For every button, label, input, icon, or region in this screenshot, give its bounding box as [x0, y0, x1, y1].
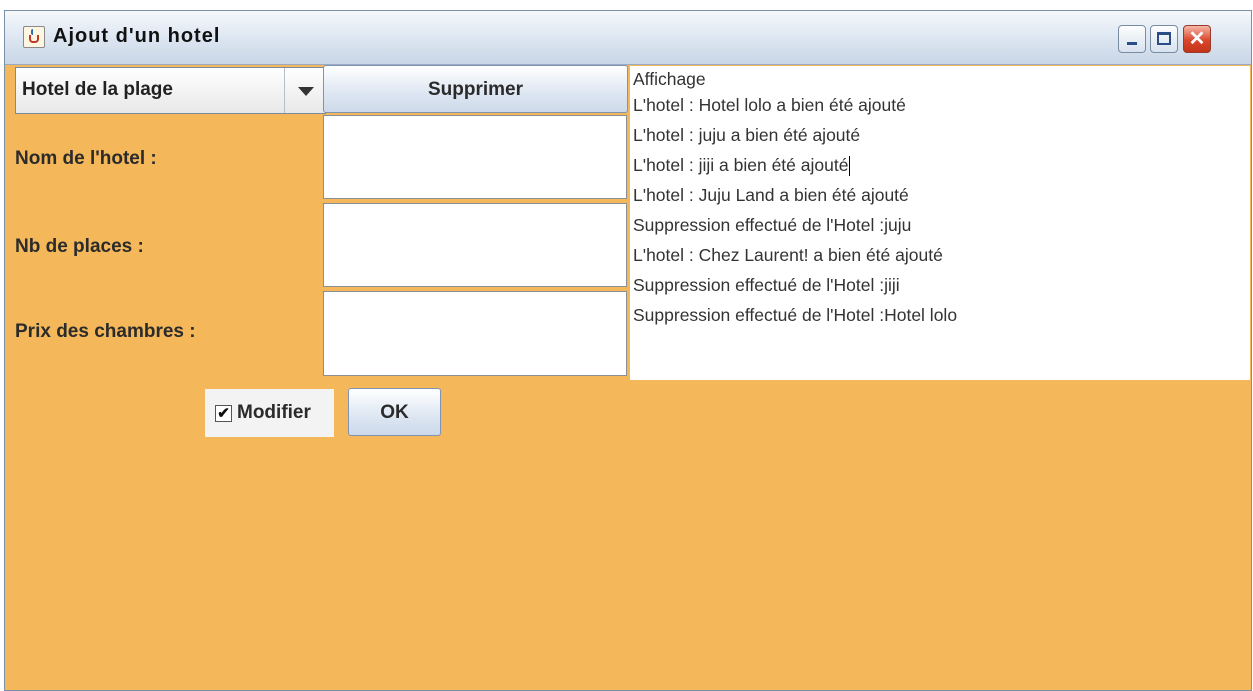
- seats-label: Nb de places :: [15, 236, 144, 257]
- app-window: Ajout d'un hotel ✕ Hotel de la plage Sup…: [4, 10, 1252, 691]
- log-textarea[interactable]: Affichage L'hotel : Hotel lolo a bien ét…: [630, 66, 1250, 380]
- log-line: Suppression effectué de l'Hotel :jiji: [633, 275, 900, 295]
- modify-checkbox[interactable]: ✔ Modifier: [205, 389, 334, 437]
- log-line-text: L'hotel : jiji a bien été ajouté: [633, 155, 849, 175]
- triangle-down-icon: [298, 87, 314, 96]
- price-field[interactable]: [323, 291, 627, 376]
- delete-button[interactable]: Supprimer: [323, 65, 628, 113]
- log-line: L'hotel : Hotel lolo a bien été ajouté: [633, 95, 906, 115]
- log-line: L'hotel : Chez Laurent! a bien été ajout…: [633, 245, 943, 265]
- hotel-name-field[interactable]: [323, 115, 627, 199]
- log-line: L'hotel : juju a bien été ajouté: [633, 125, 861, 145]
- hotel-select-value: Hotel de la plage: [22, 79, 173, 100]
- window-title: Ajout d'un hotel: [53, 25, 221, 47]
- log-line: Suppression effectué de l'Hotel :Hotel l…: [633, 305, 958, 325]
- maximize-icon: [1157, 32, 1171, 45]
- text-caret: [849, 156, 851, 177]
- modify-label: Modifier: [237, 402, 311, 423]
- price-label: Prix des chambres :: [15, 321, 196, 342]
- hotel-name-label: Nom de l'hotel :: [15, 148, 157, 169]
- log-line: Suppression effectué de l'Hotel :juju: [633, 215, 912, 235]
- hotel-select[interactable]: Hotel de la plage: [15, 67, 326, 114]
- minimize-icon: [1127, 42, 1137, 45]
- title-bar[interactable]: Ajout d'un hotel ✕: [5, 11, 1251, 65]
- dropdown-button[interactable]: [284, 68, 326, 113]
- maximize-button[interactable]: [1150, 25, 1178, 53]
- ok-button[interactable]: OK: [348, 388, 441, 436]
- close-icon: ✕: [1188, 28, 1206, 50]
- checkmark-icon[interactable]: ✔: [215, 405, 232, 422]
- log-line: Affichage: [633, 69, 706, 89]
- log-line: L'hotel : Juju Land a bien été ajouté: [633, 185, 909, 205]
- log-line: L'hotel : jiji a bien été ajouté: [633, 150, 1250, 180]
- minimize-button[interactable]: [1118, 25, 1146, 53]
- java-cup-icon: [23, 26, 45, 48]
- cup-mark: [29, 35, 39, 43]
- seats-field[interactable]: [323, 203, 627, 287]
- close-button[interactable]: ✕: [1183, 25, 1211, 53]
